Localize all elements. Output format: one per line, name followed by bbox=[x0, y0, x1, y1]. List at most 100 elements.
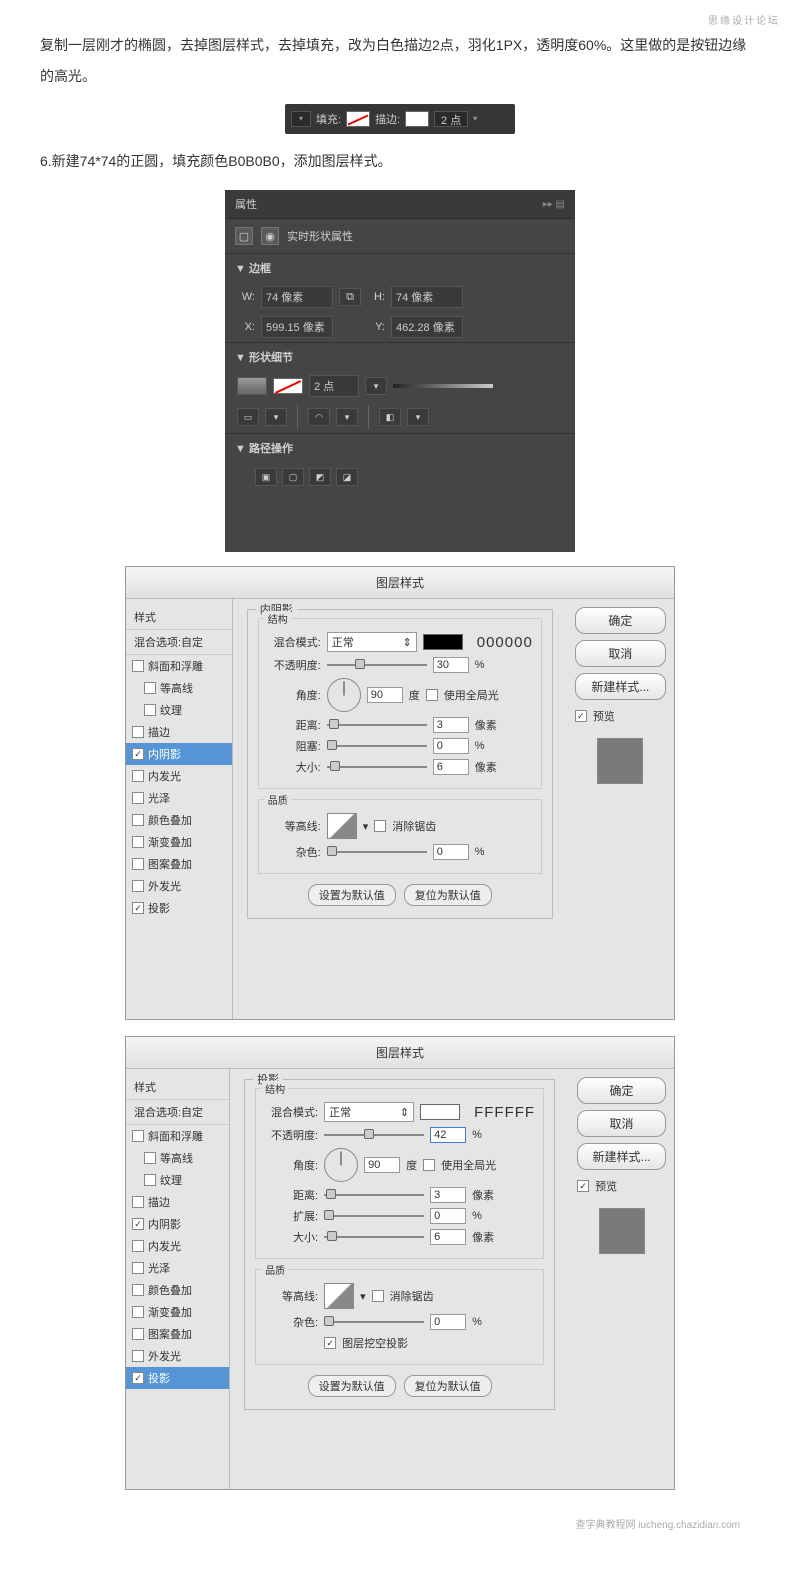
stroke-align-icon[interactable]: ▭ bbox=[237, 408, 259, 426]
style-drop-shadow[interactable]: ✓投影 bbox=[126, 1367, 229, 1389]
cap-icon[interactable]: ◠ bbox=[308, 408, 330, 426]
style-inner-glow[interactable]: 内发光 bbox=[126, 1235, 229, 1257]
style-satin[interactable]: 光泽 bbox=[126, 787, 232, 809]
dropdown-icon[interactable]: ▾ bbox=[336, 408, 358, 426]
spread-slider[interactable] bbox=[324, 1210, 424, 1222]
color-swatch[interactable] bbox=[420, 1104, 460, 1120]
style-texture[interactable]: 纹理 bbox=[126, 699, 232, 721]
knockout-checkbox[interactable]: ✓ bbox=[324, 1337, 336, 1349]
size-input[interactable]: 6 bbox=[430, 1229, 466, 1245]
blend-options[interactable]: 混合选项:自定 bbox=[126, 630, 232, 655]
join-icon[interactable]: ◧ bbox=[379, 408, 401, 426]
exclude-icon[interactable]: ◪ bbox=[336, 468, 358, 486]
ok-button[interactable]: 确定 bbox=[577, 1077, 666, 1104]
opacity-slider[interactable] bbox=[324, 1129, 424, 1141]
noise-input[interactable]: 0 bbox=[433, 844, 469, 860]
x-input[interactable]: 599.15 像素 bbox=[261, 316, 333, 338]
style-pattern-overlay[interactable]: 图案叠加 bbox=[126, 853, 232, 875]
style-contour[interactable]: 等高线 bbox=[126, 677, 232, 699]
angle-dial[interactable] bbox=[324, 1148, 358, 1182]
set-default-button[interactable]: 设置为默认值 bbox=[308, 1375, 396, 1397]
style-satin[interactable]: 光泽 bbox=[126, 1257, 229, 1279]
blend-options[interactable]: 混合选项:自定 bbox=[126, 1100, 229, 1125]
fill-swatch-none[interactable] bbox=[346, 111, 370, 127]
preview-checkbox[interactable]: ✓ bbox=[575, 710, 587, 722]
distance-slider[interactable] bbox=[327, 719, 427, 731]
reset-default-button[interactable]: 复位为默认值 bbox=[404, 884, 492, 906]
blend-mode-select[interactable]: 正常⇕ bbox=[327, 632, 417, 652]
dropdown-icon[interactable]: ▾ bbox=[407, 408, 429, 426]
noise-slider[interactable] bbox=[324, 1316, 424, 1328]
size-input[interactable]: 6 bbox=[433, 759, 469, 775]
height-input[interactable]: 74 像素 bbox=[391, 286, 463, 308]
opacity-input[interactable]: 30 bbox=[433, 657, 469, 673]
style-inner-shadow[interactable]: ✓内阴影 bbox=[126, 1213, 229, 1235]
new-style-button[interactable]: 新建样式... bbox=[577, 1143, 666, 1170]
set-default-button[interactable]: 设置为默认值 bbox=[308, 884, 396, 906]
combine-icon[interactable]: ▣ bbox=[255, 468, 277, 486]
opacity-slider[interactable] bbox=[327, 659, 427, 671]
anti-alias-checkbox[interactable] bbox=[372, 1290, 384, 1302]
shape-section[interactable]: ▼ 形状细节 bbox=[225, 342, 575, 371]
style-contour[interactable]: 等高线 bbox=[126, 1147, 229, 1169]
spread-input[interactable]: 0 bbox=[430, 1208, 466, 1224]
layer-dropdown[interactable]: ▾ bbox=[291, 111, 311, 127]
style-stroke[interactable]: 描边 bbox=[126, 721, 232, 743]
style-bevel[interactable]: 斜面和浮雕 bbox=[126, 655, 232, 677]
choke-slider[interactable] bbox=[327, 740, 427, 752]
link-wh-icon[interactable]: ⧉ bbox=[339, 288, 361, 306]
distance-slider[interactable] bbox=[324, 1189, 424, 1201]
contour-picker[interactable] bbox=[324, 1283, 354, 1309]
opacity-input[interactable]: 42 bbox=[430, 1127, 466, 1143]
stroke-width[interactable]: 2 点 bbox=[309, 375, 359, 397]
angle-input[interactable]: 90 bbox=[367, 687, 403, 703]
style-stroke[interactable]: 描边 bbox=[126, 1191, 229, 1213]
anti-alias-checkbox[interactable] bbox=[374, 820, 386, 832]
blend-mode-select[interactable]: 正常⇕ bbox=[324, 1102, 414, 1122]
cancel-button[interactable]: 取消 bbox=[575, 640, 666, 667]
reset-default-button[interactable]: 复位为默认值 bbox=[404, 1375, 492, 1397]
style-inner-glow[interactable]: 内发光 bbox=[126, 765, 232, 787]
dropdown-arrow-icon[interactable]: ▾ bbox=[473, 114, 477, 123]
fill-swatch[interactable] bbox=[237, 377, 267, 395]
cancel-button[interactable]: 取消 bbox=[577, 1110, 666, 1137]
bounds-section[interactable]: ▼ 边框 bbox=[225, 253, 575, 282]
global-light-checkbox[interactable] bbox=[426, 689, 438, 701]
style-drop-shadow[interactable]: ✓投影 bbox=[126, 897, 232, 919]
size-slider[interactable] bbox=[327, 761, 427, 773]
color-swatch[interactable] bbox=[423, 634, 463, 650]
width-input[interactable]: 74 像素 bbox=[261, 286, 333, 308]
subtract-icon[interactable]: ▢ bbox=[282, 468, 304, 486]
y-input[interactable]: 462.28 像素 bbox=[391, 316, 463, 338]
style-color-overlay[interactable]: 颜色叠加 bbox=[126, 1279, 229, 1301]
style-texture[interactable]: 纹理 bbox=[126, 1169, 229, 1191]
distance-input[interactable]: 3 bbox=[430, 1187, 466, 1203]
path-section[interactable]: ▼ 路径操作 bbox=[225, 433, 575, 462]
stroke-swatch[interactable] bbox=[273, 378, 303, 394]
style-color-overlay[interactable]: 颜色叠加 bbox=[126, 809, 232, 831]
global-light-checkbox[interactable] bbox=[423, 1159, 435, 1171]
stroke-width-input[interactable]: 2 点 bbox=[434, 111, 468, 127]
noise-input[interactable]: 0 bbox=[430, 1314, 466, 1330]
style-inner-shadow[interactable]: ✓内阴影 bbox=[126, 743, 232, 765]
size-slider[interactable] bbox=[324, 1231, 424, 1243]
style-bevel[interactable]: 斜面和浮雕 bbox=[126, 1125, 229, 1147]
dropdown-icon[interactable]: ▾ bbox=[265, 408, 287, 426]
ok-button[interactable]: 确定 bbox=[575, 607, 666, 634]
contour-picker[interactable] bbox=[327, 813, 357, 839]
new-style-button[interactable]: 新建样式... bbox=[575, 673, 666, 700]
noise-slider[interactable] bbox=[327, 846, 427, 858]
angle-input[interactable]: 90 bbox=[364, 1157, 400, 1173]
stroke-dropdown-icon[interactable]: ▾ bbox=[365, 377, 387, 395]
panel-menu-icon[interactable]: ▸▸ ▤ bbox=[543, 199, 565, 210]
angle-dial[interactable] bbox=[327, 678, 361, 712]
stroke-weight-slider[interactable] bbox=[393, 384, 493, 388]
style-outer-glow[interactable]: 外发光 bbox=[126, 1345, 229, 1367]
preview-checkbox[interactable]: ✓ bbox=[577, 1180, 589, 1192]
intersect-icon[interactable]: ◩ bbox=[309, 468, 331, 486]
distance-input[interactable]: 3 bbox=[433, 717, 469, 733]
style-pattern-overlay[interactable]: 图案叠加 bbox=[126, 1323, 229, 1345]
stroke-swatch-white[interactable] bbox=[405, 111, 429, 127]
style-gradient-overlay[interactable]: 渐变叠加 bbox=[126, 831, 232, 853]
choke-input[interactable]: 0 bbox=[433, 738, 469, 754]
